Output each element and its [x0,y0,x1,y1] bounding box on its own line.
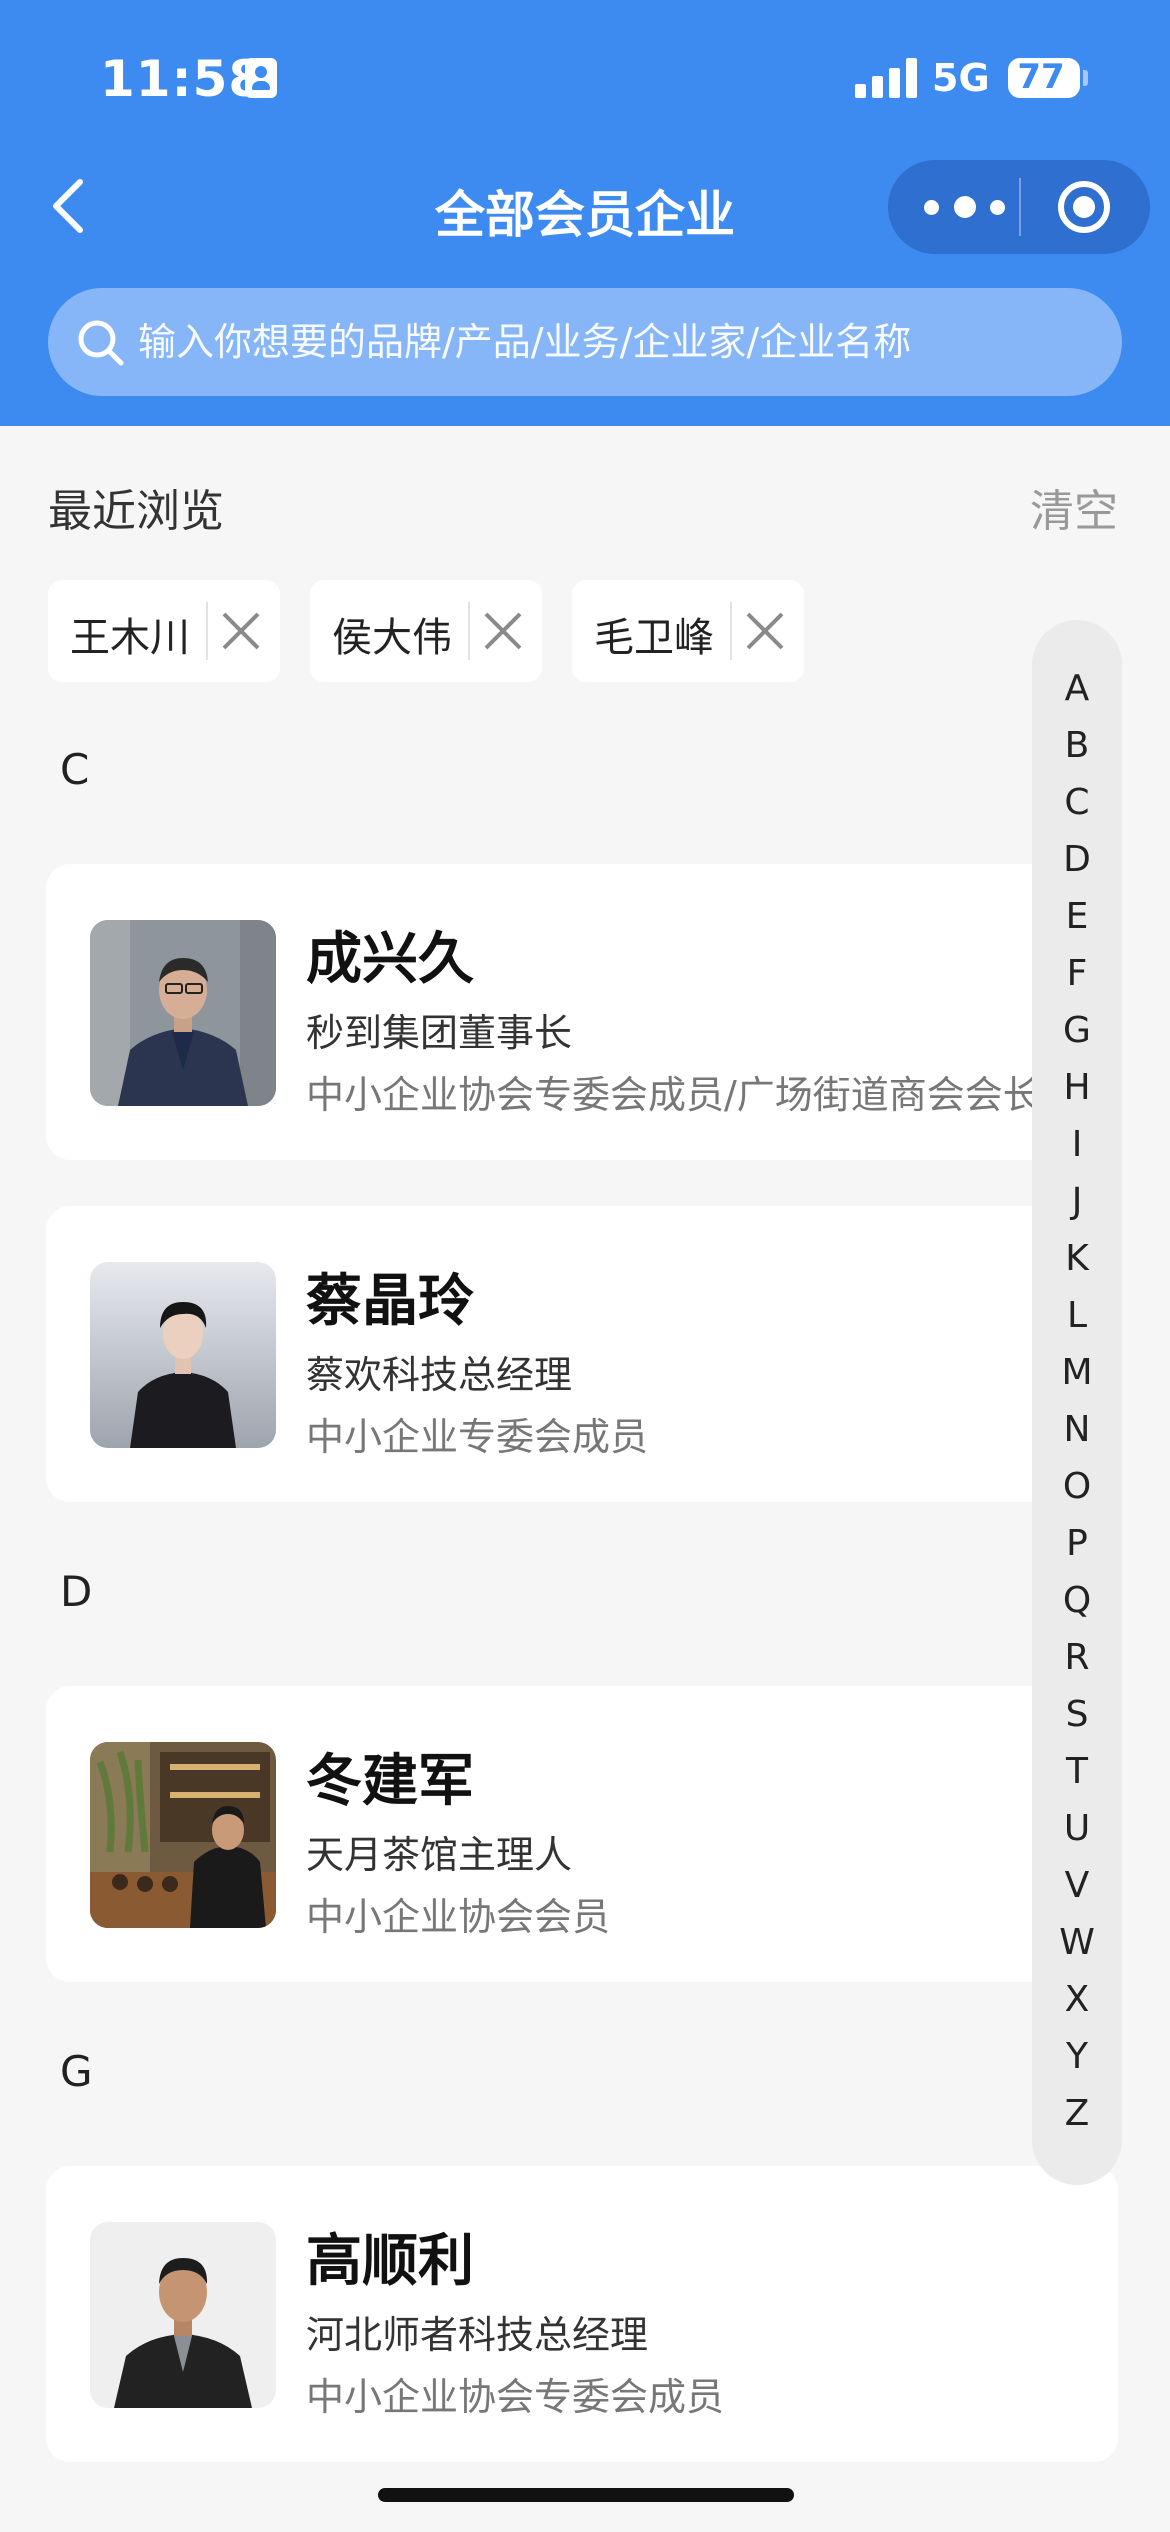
index-letter-m[interactable]: M [1032,1352,1122,1393]
search-bar[interactable] [48,288,1122,396]
alphabet-index[interactable]: A B C D E F G H I J K L M N O P Q R S T … [1032,620,1122,2185]
chip-divider [206,602,208,660]
section-header: D [60,1567,93,1616]
header: 11:58 5G 77 全部会员企业 [0,0,1170,426]
index-letter-w[interactable]: W [1032,1922,1122,1963]
member-card[interactable]: 蔡晶玲 蔡欢科技总经理 中小企业专委会成员 [46,1206,1118,1502]
member-company: 河北师者科技总经理 [306,2313,649,2357]
index-letter-l[interactable]: L [1032,1295,1122,1336]
index-letter-j[interactable]: J [1032,1181,1122,1222]
index-letter-c[interactable]: C [1032,782,1122,823]
index-letter-i[interactable]: I [1032,1124,1122,1165]
search-icon [78,320,124,366]
index-letter-f[interactable]: F [1032,953,1122,994]
index-letter-h[interactable]: H [1032,1067,1122,1108]
index-letter-u[interactable]: U [1032,1808,1122,1849]
avatar [90,1262,276,1448]
index-letter-x[interactable]: X [1032,1979,1122,2020]
index-letter-e[interactable]: E [1032,896,1122,937]
index-letter-q[interactable]: Q [1032,1580,1122,1621]
member-roles: 中小企业协会专委会成员/广场街道商会会长 [306,1073,1041,1117]
index-letter-g[interactable]: G [1032,1010,1122,1051]
avatar [90,1742,276,1928]
member-card[interactable]: 冬建军 天月茶馆主理人 中小企业协会会员 [46,1686,1118,1982]
index-letter-p[interactable]: P [1032,1523,1122,1564]
index-letter-a[interactable]: A [1032,668,1122,709]
member-roles: 中小企业协会会员 [306,1895,611,1939]
battery-cap [1083,70,1088,86]
miniprogram-capsule [888,160,1150,254]
close-icon[interactable] [218,608,264,654]
index-letter-r[interactable]: R [1032,1637,1122,1678]
index-letter-o[interactable]: O [1032,1466,1122,1507]
member-company: 天月茶馆主理人 [306,1833,573,1877]
index-letter-v[interactable]: V [1032,1865,1122,1906]
network-type: 5G [932,56,990,100]
member-roles: 中小企业专委会成员 [306,1415,649,1459]
member-name: 蔡晶玲 [306,1269,474,1334]
index-letter-s[interactable]: S [1032,1694,1122,1735]
battery-icon: 77 [1008,57,1080,98]
avatar [90,920,276,1106]
battery-level: 77 [1017,57,1065,97]
status-time: 11:58 [100,50,265,108]
index-letter-z[interactable]: Z [1032,2093,1122,2134]
recent-chip-label: 毛卫峰 [594,615,714,661]
member-company: 蔡欢科技总经理 [306,1353,573,1397]
index-letter-b[interactable]: B [1032,725,1122,766]
member-roles: 中小企业协会专委会成员 [306,2375,725,2419]
recent-chip-label: 王木川 [70,615,190,661]
index-letter-d[interactable]: D [1032,839,1122,880]
recent-title: 最近浏览 [48,486,224,537]
section-header: C [60,745,90,794]
member-company: 秒到集团董事长 [306,1011,573,1055]
index-letter-k[interactable]: K [1032,1238,1122,1279]
chip-divider [468,602,470,660]
avatar [90,2222,276,2408]
member-name: 冬建军 [306,1749,474,1814]
section-header: G [60,2047,93,2096]
signal-icon [855,58,917,98]
more-button[interactable] [924,196,1008,220]
member-name: 高顺利 [306,2229,474,2294]
recent-chip[interactable]: 侯大伟 [310,580,542,682]
id-card-icon [245,58,277,98]
index-letter-n[interactable]: N [1032,1409,1122,1450]
home-indicator [378,2488,794,2502]
clear-recent-button[interactable]: 清空 [1030,475,1118,539]
close-icon[interactable] [742,608,788,654]
search-input[interactable] [138,288,1098,396]
recent-chip-label: 侯大伟 [332,615,452,661]
close-icon[interactable] [480,608,526,654]
index-letter-t[interactable]: T [1032,1751,1122,1792]
recent-chip[interactable]: 毛卫峰 [572,580,804,682]
index-letter-y[interactable]: Y [1032,2036,1122,2077]
recent-chip[interactable]: 王木川 [48,580,280,682]
member-name: 成兴久 [306,927,474,992]
member-card[interactable]: 高顺利 河北师者科技总经理 中小企业协会专委会成员 [46,2166,1118,2462]
member-card[interactable]: 成兴久 秒到集团董事长 中小企业协会专委会成员/广场街道商会会长 [46,864,1118,1160]
chip-divider [730,602,732,660]
capsule-divider [1019,178,1021,236]
close-miniprogram-button[interactable] [1058,181,1110,233]
